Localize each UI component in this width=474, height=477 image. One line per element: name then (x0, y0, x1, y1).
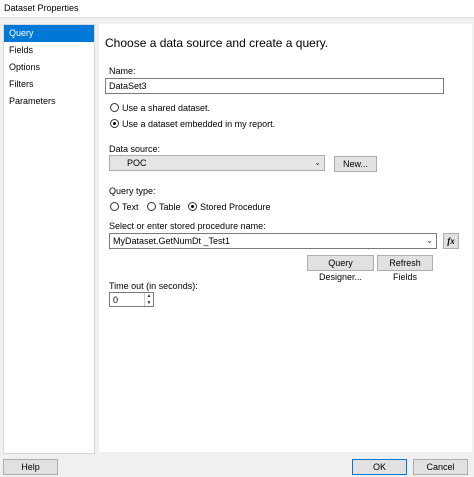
sp-label: Select or enter stored procedure name: (109, 221, 266, 231)
name-value: DataSet3 (109, 81, 147, 91)
shared-dataset-radio[interactable] (110, 103, 119, 113)
sidebar: Query Fields Options Filters Parameters (3, 24, 95, 454)
query-type-table-radio[interactable] (147, 202, 156, 212)
spin-down-icon[interactable]: ▼ (145, 300, 153, 307)
cancel-button[interactable]: Cancel (413, 459, 468, 475)
query-type-text-radio[interactable] (110, 202, 119, 212)
window-title: Dataset Properties (4, 3, 79, 13)
chevron-down-icon: ⌄ (314, 158, 321, 167)
embedded-dataset-radio[interactable] (110, 119, 119, 129)
timeout-label: Time out (in seconds): (109, 281, 198, 291)
refresh-fields-button[interactable]: Refresh Fields (377, 255, 433, 282)
name-label: Name: (109, 66, 136, 76)
datasource-value: POC (127, 158, 147, 168)
new-datasource-button[interactable]: New... (334, 156, 377, 172)
datasource-label: Data source: (109, 144, 161, 154)
name-input[interactable]: DataSet3 (105, 78, 444, 94)
page-heading: Choose a data source and create a query. (105, 36, 329, 50)
query-type-sp-label: Stored Procedure (200, 201, 271, 212)
spin-buttons[interactable]: ▲ ▼ (144, 293, 153, 306)
sidebar-item-query[interactable]: Query (4, 25, 94, 42)
query-panel: Choose a data source and create a query.… (99, 24, 472, 452)
help-button[interactable]: Help (3, 459, 58, 475)
sidebar-item-options[interactable]: Options (4, 59, 94, 76)
embedded-dataset-label: Use a dataset embedded in my report. (122, 118, 276, 129)
expression-button[interactable]: fx (443, 233, 459, 249)
query-type-label: Query type: (109, 186, 156, 196)
query-type-table-label: Table (159, 201, 181, 212)
sidebar-item-parameters[interactable]: Parameters (4, 93, 94, 110)
sidebar-item-filters[interactable]: Filters (4, 76, 94, 93)
sp-value: MyDataset.GetNumDt _Test1 (113, 236, 231, 246)
embedded-dataset-option[interactable]: Use a dataset embedded in my report. (110, 118, 275, 129)
query-type-table-option[interactable]: Table (147, 201, 181, 212)
stored-procedure-combobox[interactable]: MyDataset.GetNumDt _Test1 ⌄ (109, 233, 437, 249)
shared-dataset-label: Use a shared dataset. (122, 102, 211, 113)
query-designer-button[interactable]: Query Designer... (307, 255, 374, 282)
chevron-down-icon[interactable]: ⌄ (426, 234, 433, 248)
query-type-text-label: Text (122, 201, 139, 212)
timeout-value: 0 (113, 295, 119, 305)
title-bar: Dataset Properties (0, 0, 474, 18)
datasource-select[interactable]: POC ⌄ (109, 155, 325, 171)
timeout-stepper[interactable]: 0 ▲ ▼ (109, 292, 154, 307)
shared-dataset-option[interactable]: Use a shared dataset. (110, 102, 210, 113)
sidebar-item-fields[interactable]: Fields (4, 42, 94, 59)
query-type-sp-radio[interactable] (188, 202, 197, 212)
query-type-sp-option[interactable]: Stored Procedure (188, 201, 271, 212)
query-type-text-option[interactable]: Text (110, 201, 139, 212)
ok-button[interactable]: OK (352, 459, 407, 475)
